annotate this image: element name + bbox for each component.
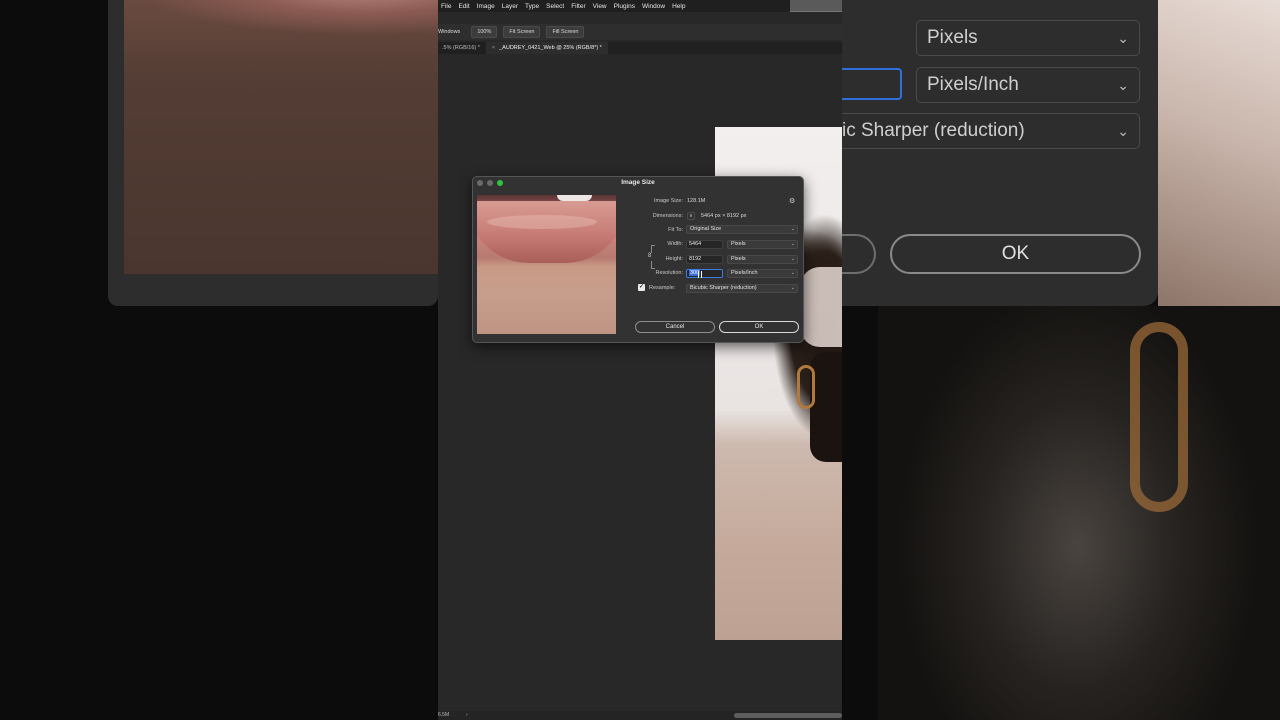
status-arrow-icon[interactable]: ›: [466, 712, 468, 718]
menu-filter[interactable]: Filter: [571, 3, 585, 10]
horizontal-scrollbar[interactable]: [734, 713, 842, 718]
background-resample-label: ic Sharper (reduction): [842, 120, 1025, 141]
background-unit-select: Pixels ⌄: [916, 20, 1140, 56]
background-ok-label: OK: [1001, 243, 1030, 264]
menu-image[interactable]: Image: [477, 3, 495, 10]
menu-plugins[interactable]: Plugins: [614, 3, 635, 10]
tab-document-1[interactable]: .5% (RGB/16) *: [438, 42, 486, 54]
fit-screen-button[interactable]: Fit Screen: [503, 26, 541, 38]
image-preview[interactable]: [477, 195, 616, 334]
document-image-hand: [800, 267, 842, 347]
zoom-100-button[interactable]: 100%: [471, 26, 498, 38]
tab-label: .5% (RGB/16) *: [442, 45, 480, 51]
background-resolution-unit-select: Pixels/Inch ⌄: [916, 67, 1140, 103]
menu-file[interactable]: File: [441, 3, 451, 10]
width-label: Width:: [667, 241, 683, 247]
screen: Pixels ⌄ Pixels/Inch ⌄ ic Sharper (reducti…: [0, 0, 1280, 720]
title-strip: [790, 0, 842, 12]
resample-value: Bicubic Sharper (reduction): [690, 285, 757, 291]
cancel-button[interactable]: Cancel: [635, 321, 715, 333]
preview-lip: [477, 201, 616, 263]
menu-type[interactable]: Type: [525, 3, 539, 10]
height-value: 8192: [689, 256, 702, 262]
windows-option[interactable]: Windows: [438, 27, 465, 37]
background-lip-closeup: [124, 0, 438, 274]
dialog-titlebar[interactable]: Image Size: [473, 177, 803, 189]
height-field[interactable]: 8192: [686, 255, 723, 264]
fit-to-label: Fit To:: [668, 227, 683, 233]
background-resolution-unit-label: Pixels/Inch: [927, 74, 1019, 95]
text-cursor-icon: [698, 271, 702, 278]
background-ok-button: OK: [890, 234, 1141, 274]
doc-size-status: 6.5M: [438, 712, 450, 718]
resolution-unit-value: Pixels/Inch: [731, 270, 758, 276]
dialog-title: Image Size: [621, 179, 655, 186]
background-unit-label: Pixels: [927, 27, 978, 48]
width-field[interactable]: 5464: [686, 240, 723, 249]
document-image-hair: [810, 352, 842, 462]
menu-layer[interactable]: Layer: [502, 3, 518, 10]
background-focus-ring: [842, 68, 902, 100]
resample-label: Resample:: [649, 285, 676, 291]
height-label: Height:: [665, 256, 683, 262]
tab-close-icon[interactable]: ×: [492, 45, 495, 51]
resample-select[interactable]: Bicubic Sharper (reduction) ⌄: [686, 284, 798, 293]
tab-label: _AUDREY_0421_Web @ 25% (RGB/8*) *: [499, 45, 602, 51]
width-unit-value: Pixels: [731, 241, 746, 247]
fit-to-select[interactable]: Original Size ⌄: [686, 225, 798, 234]
fit-to-value: Original Size: [690, 226, 722, 232]
chevron-down-icon: ⌄: [790, 270, 795, 276]
image-size-dialog: Image Size Image Size: 128.1M ⚙ Dimensio…: [472, 176, 804, 343]
chevron-down-icon: ⌄: [1117, 77, 1129, 93]
background-earring: [1130, 322, 1188, 512]
menu-select[interactable]: Select: [546, 3, 564, 10]
tab-document-2[interactable]: × _AUDREY_0421_Web @ 25% (RGB/8*) *: [485, 42, 608, 54]
chevron-down-icon: ⌄: [790, 285, 795, 291]
photoshop-window: File Edit Image Layer Type Select Filter…: [438, 0, 842, 720]
menu-help[interactable]: Help: [672, 3, 685, 10]
resolution-field[interactable]: 300: [686, 269, 723, 278]
width-value: 5464: [689, 241, 702, 247]
image-size-label: Image Size:: [653, 198, 683, 204]
cancel-label: Cancel: [665, 324, 685, 330]
chevron-down-icon: ⌄: [1117, 30, 1129, 46]
gear-icon[interactable]: ⚙: [789, 197, 795, 205]
resample-checkbox[interactable]: ✓: [638, 284, 645, 291]
menu-view[interactable]: View: [593, 3, 607, 10]
background-resample-select: ic Sharper (reduction) ⌄: [842, 113, 1140, 149]
menu-bar: File Edit Image Layer Type Select Filter…: [438, 0, 842, 12]
chevron-down-icon: ⌄: [790, 226, 795, 232]
link-bracket-bottom: [651, 261, 655, 269]
chevron-down-icon: ⌄: [1117, 123, 1129, 139]
preview-lip-shine: [487, 215, 597, 229]
height-unit-select[interactable]: Pixels ⌄: [727, 255, 798, 264]
status-bar: 6.5M ›: [438, 711, 842, 720]
fill-screen-button[interactable]: Fill Screen: [546, 26, 585, 38]
background-hand: [1158, 0, 1280, 306]
height-unit-value: Pixels: [731, 256, 746, 262]
ok-button[interactable]: OK: [719, 321, 799, 333]
dimensions-label: Dimensions:: [652, 213, 683, 219]
canvas-area[interactable]: [438, 56, 842, 711]
image-size-value: 128.1M: [687, 198, 706, 204]
background-hair: [878, 306, 1280, 720]
preview-teeth: [557, 195, 592, 201]
dimensions-dropdown-icon[interactable]: ∨: [687, 212, 695, 220]
resolution-unit-select[interactable]: Pixels/Inch ⌄: [727, 269, 798, 278]
chevron-down-icon: ⌄: [790, 241, 795, 247]
width-unit-select[interactable]: Pixels ⌄: [727, 240, 798, 249]
chevron-down-icon: ⌄: [790, 256, 795, 262]
options-bar: Windows 100% Fit Screen Fill Screen: [438, 24, 842, 40]
resolution-label: Resolution:: [655, 270, 683, 276]
dimensions-value: 5464 px × 8192 px: [701, 213, 747, 219]
menu-edit[interactable]: Edit: [458, 3, 469, 10]
ok-label: OK: [754, 324, 764, 330]
menu-window[interactable]: Window: [642, 3, 665, 10]
document-tabs: .5% (RGB/16) * × _AUDREY_0421_Web @ 25% (…: [438, 42, 842, 54]
document-image-earring: [797, 365, 815, 409]
